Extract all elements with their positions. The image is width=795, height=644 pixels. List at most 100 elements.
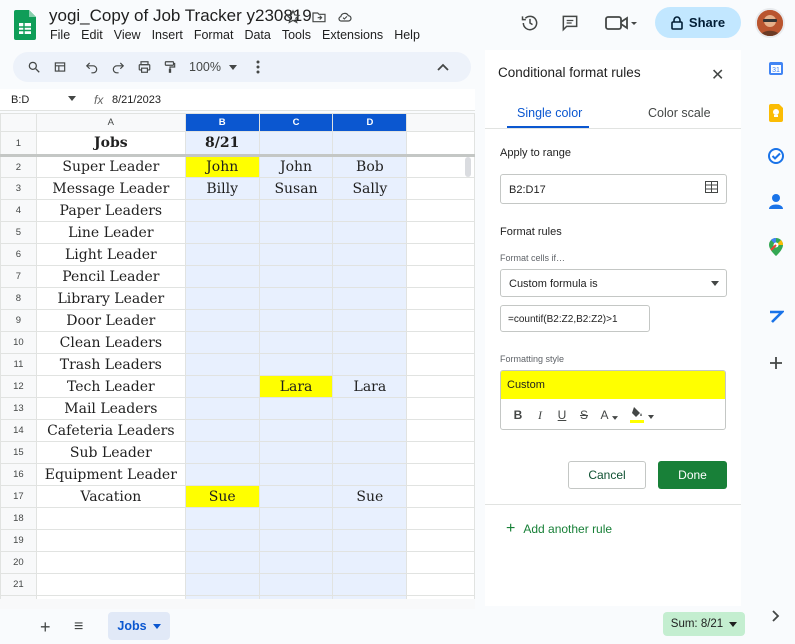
cell-c3[interactable]: Susan: [258, 177, 334, 200]
tab-single-color[interactable]: Single color: [517, 106, 582, 120]
cell-empty[interactable]: [406, 397, 475, 420]
cell-c20[interactable]: [258, 551, 334, 574]
cell-empty[interactable]: [406, 375, 475, 398]
row-header[interactable]: 9: [0, 309, 37, 332]
cell-b17[interactable]: Sue: [184, 485, 260, 508]
column-header-a[interactable]: A: [35, 113, 186, 132]
cell-d10[interactable]: [332, 331, 408, 354]
close-icon[interactable]: ✕: [711, 65, 724, 85]
cell-d19[interactable]: [332, 529, 408, 552]
underline-icon[interactable]: U: [551, 405, 573, 425]
maps-icon[interactable]: [767, 238, 785, 256]
cell-a20[interactable]: [35, 551, 186, 574]
column-header-c[interactable]: C: [258, 113, 334, 132]
row-header[interactable]: 6: [0, 243, 37, 266]
cell-b2[interactable]: John: [184, 155, 260, 178]
sum-summary[interactable]: Sum: 8/21: [663, 612, 745, 636]
cell-a13[interactable]: Mail Leaders: [35, 397, 186, 420]
cell-a11[interactable]: Trash Leaders: [35, 353, 186, 376]
menu-insert[interactable]: Insert: [146, 28, 188, 42]
cell-c11[interactable]: [258, 353, 334, 376]
name-box[interactable]: B:D: [11, 94, 29, 106]
cell-c21[interactable]: [258, 573, 334, 596]
cell-c1[interactable]: [258, 131, 334, 157]
keep-icon[interactable]: [767, 104, 785, 122]
strikethrough-icon[interactable]: S: [573, 405, 595, 425]
cell-b6[interactable]: [184, 243, 260, 266]
cell-c5[interactable]: [258, 221, 334, 244]
cell-d5[interactable]: [332, 221, 408, 244]
cell-a1[interactable]: Jobs: [35, 131, 186, 157]
row-header[interactable]: 17: [0, 485, 37, 508]
cell-a8[interactable]: Library Leader: [35, 287, 186, 310]
cell-c8[interactable]: [258, 287, 334, 310]
cell-b15[interactable]: [184, 441, 260, 464]
cell-a3[interactable]: Message Leader: [35, 177, 186, 200]
row-header[interactable]: 5: [0, 221, 37, 244]
row-header[interactable]: 11: [0, 353, 37, 376]
cell-a12[interactable]: Tech Leader: [35, 375, 186, 398]
cell-empty[interactable]: [406, 551, 475, 574]
horizontal-scrollbar[interactable]: [0, 599, 475, 609]
cell-empty[interactable]: [406, 419, 475, 442]
print-icon[interactable]: [131, 54, 157, 80]
avatar[interactable]: [755, 8, 785, 38]
undo-icon[interactable]: [79, 54, 105, 80]
column-header-d[interactable]: D: [332, 113, 408, 132]
cell-a14[interactable]: Cafeteria Leaders: [35, 419, 186, 442]
cell-empty[interactable]: [406, 177, 475, 200]
move-to-folder-icon[interactable]: [310, 8, 328, 26]
row-header[interactable]: 2: [0, 155, 37, 178]
meet-icon[interactable]: [604, 11, 640, 35]
cell-d18[interactable]: [332, 507, 408, 530]
menu-view[interactable]: View: [108, 28, 146, 42]
row-header[interactable]: 14: [0, 419, 37, 442]
vertical-scrollbar[interactable]: [465, 157, 471, 177]
row-header[interactable]: 15: [0, 441, 37, 464]
row-header[interactable]: 12: [0, 375, 37, 398]
bold-icon[interactable]: B: [507, 405, 529, 425]
contacts-icon[interactable]: [767, 192, 785, 210]
star-icon[interactable]: [284, 8, 302, 26]
row-header[interactable]: 13: [0, 397, 37, 420]
row-header[interactable]: 20: [0, 551, 37, 574]
cell-b1[interactable]: 8/21: [184, 131, 260, 157]
all-sheets-icon[interactable]: ≡: [74, 618, 83, 636]
row-header[interactable]: 8: [0, 287, 37, 310]
sheet-tab-jobs[interactable]: Jobs: [108, 612, 170, 640]
cell-a17[interactable]: Vacation: [35, 485, 186, 508]
cell-b12[interactable]: [184, 375, 260, 398]
cell-empty[interactable]: [406, 243, 475, 266]
cell-b18[interactable]: [184, 507, 260, 530]
cell-a7[interactable]: Pencil Leader: [35, 265, 186, 288]
text-color-icon[interactable]: A: [595, 405, 623, 425]
row-header[interactable]: 3: [0, 177, 37, 200]
cell-c17[interactable]: [258, 485, 334, 508]
cell-c7[interactable]: [258, 265, 334, 288]
italic-icon[interactable]: I: [529, 405, 551, 425]
cell-empty[interactable]: [406, 353, 475, 376]
cell-empty[interactable]: [406, 529, 475, 552]
search-menus-icon[interactable]: [21, 54, 47, 80]
row-header[interactable]: 16: [0, 463, 37, 486]
cell-b16[interactable]: [184, 463, 260, 486]
chevron-right-icon[interactable]: [767, 607, 785, 625]
cell-b9[interactable]: [184, 309, 260, 332]
document-title[interactable]: yogi_Copy of Job Tracker y230819: [49, 6, 312, 26]
cell-a21[interactable]: [35, 573, 186, 596]
cell-empty[interactable]: [406, 441, 475, 464]
cell-empty[interactable]: [406, 485, 475, 508]
row-header[interactable]: 18: [0, 507, 37, 530]
cell-c10[interactable]: [258, 331, 334, 354]
zoom-select[interactable]: 100%: [189, 60, 237, 74]
fill-color-icon[interactable]: [627, 405, 657, 425]
cell-a10[interactable]: Clean Leaders: [35, 331, 186, 354]
cell-c18[interactable]: [258, 507, 334, 530]
cell-b19[interactable]: [184, 529, 260, 552]
calendar-icon[interactable]: 31: [767, 59, 785, 77]
row-header[interactable]: 21: [0, 573, 37, 596]
cell-empty[interactable]: [406, 221, 475, 244]
cell-a6[interactable]: Light Leader: [35, 243, 186, 266]
cell-a18[interactable]: [35, 507, 186, 530]
cell-d13[interactable]: [332, 397, 408, 420]
